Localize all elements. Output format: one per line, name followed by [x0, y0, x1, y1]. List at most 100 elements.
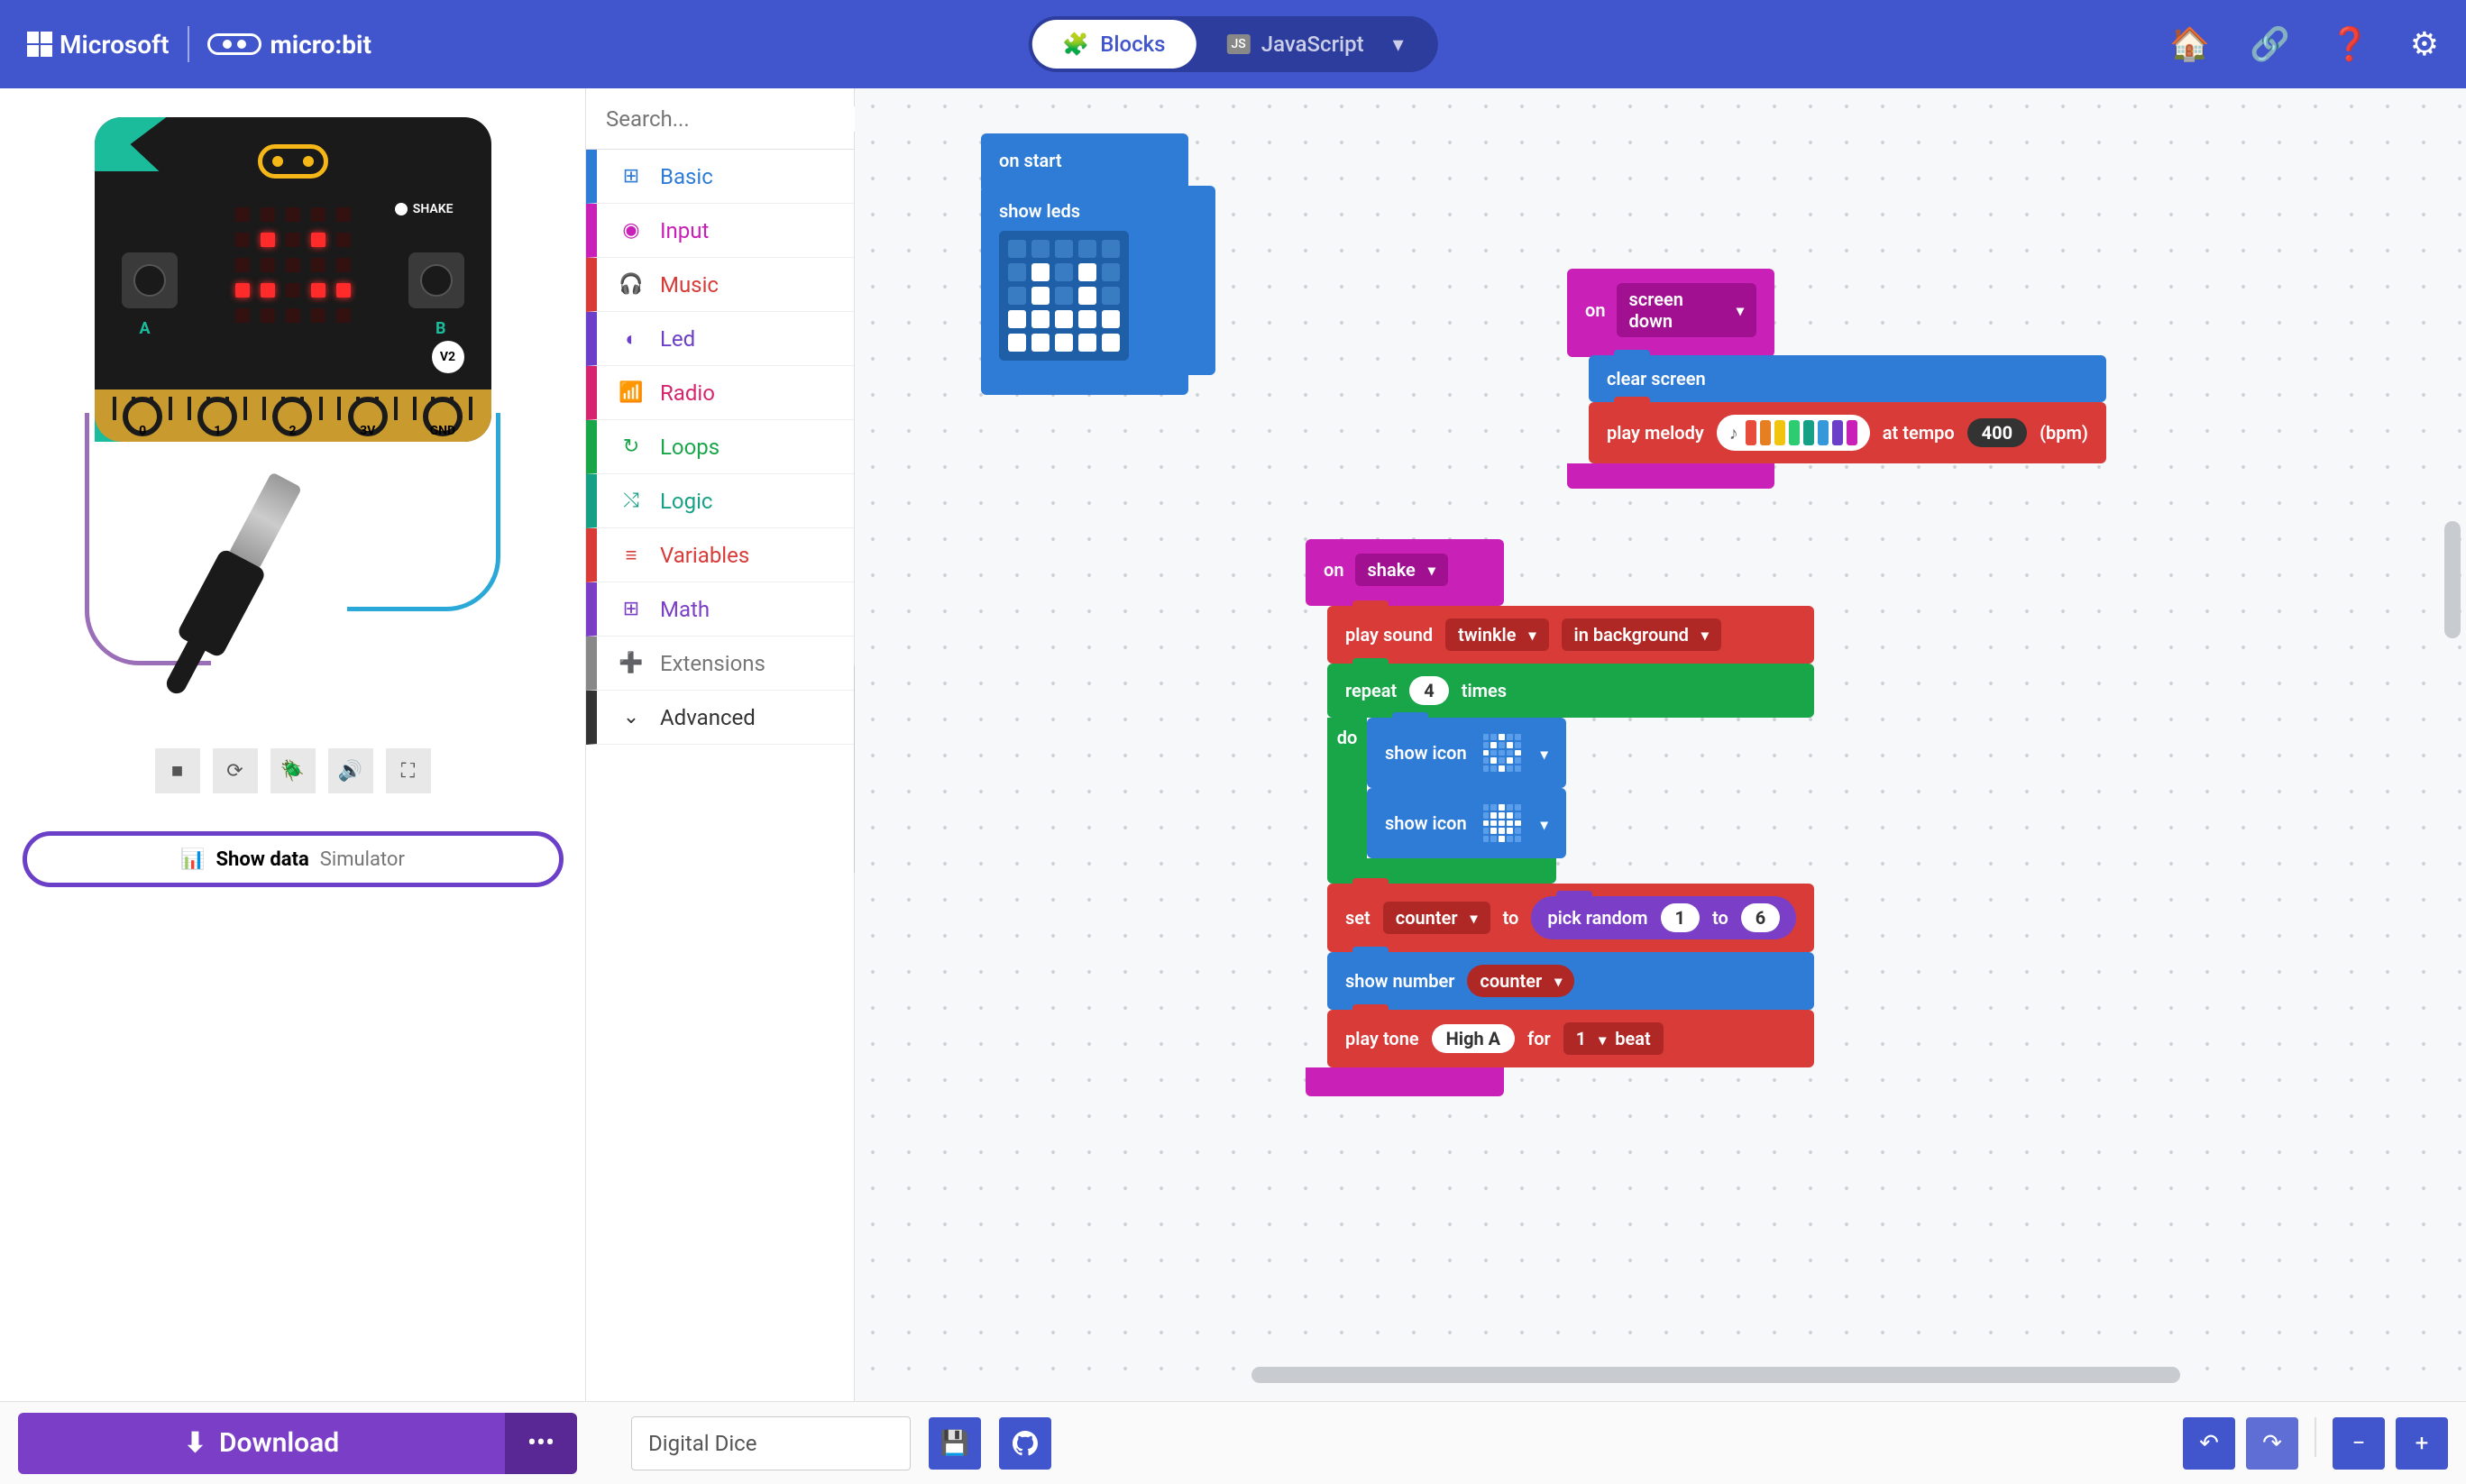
mode-dropdown[interactable]: in background [1562, 618, 1721, 651]
category-math[interactable]: ⊞Math [586, 582, 854, 637]
restart-button[interactable]: ⟳ [213, 748, 258, 793]
show-icon-label: show icon [1385, 812, 1467, 834]
javascript-tab[interactable]: JS JavaScript ▾ [1196, 20, 1434, 69]
microbit-simulator[interactable]: SHAKE V2 A B 0123VGND [95, 117, 491, 442]
chevron-down-icon[interactable] [1537, 812, 1548, 834]
microsoft-logo[interactable]: Microsoft [27, 30, 170, 60]
category-label: Led [660, 326, 695, 352]
block-play-sound[interactable]: play sound twinkle in background [1327, 606, 1814, 664]
blocks-workspace[interactable]: on start show leds on screen down clear … [855, 88, 2466, 1401]
redo-button[interactable]: ↷ [2246, 1417, 2298, 1470]
advanced-category[interactable]: ⌄ Advanced [586, 691, 854, 745]
icon-dropdown[interactable] [1480, 730, 1525, 775]
category-extensions[interactable]: ➕Extensions [586, 637, 854, 691]
help-icon[interactable]: ❓ [2330, 25, 2370, 63]
category-icon: 📶 [619, 381, 644, 404]
random-low[interactable]: 1 [1661, 903, 1700, 932]
category-variables[interactable]: ≡Variables [586, 528, 854, 582]
v2-badge: V2 [432, 341, 464, 373]
advanced-label: Advanced [660, 705, 756, 730]
board-corner [95, 117, 167, 171]
download-more-button[interactable]: ••• [505, 1413, 577, 1474]
icon-dropdown[interactable] [1480, 801, 1525, 846]
led-editor[interactable] [999, 231, 1129, 361]
microbit-label: micro:bit [270, 30, 371, 60]
block-show-icon[interactable]: show icon [1367, 718, 1566, 788]
project-name-input[interactable] [631, 1416, 911, 1470]
save-button[interactable]: 💾 [929, 1417, 981, 1470]
fullscreen-button[interactable]: ⛶ [386, 748, 431, 793]
category-led[interactable]: ◐Led [586, 312, 854, 366]
block-on-start[interactable]: on start show leds [981, 133, 1215, 395]
shake-button[interactable]: SHAKE [395, 202, 454, 216]
home-icon[interactable]: 🏠 [2169, 25, 2210, 63]
category-radio[interactable]: 📶Radio [586, 366, 854, 420]
repeat-count[interactable]: 4 [1409, 676, 1448, 705]
block-set-variable[interactable]: set counter to pick random 1 to 6 [1327, 884, 1814, 952]
variable-ref[interactable]: counter [1467, 965, 1574, 997]
category-input[interactable]: ◉ Input [586, 204, 854, 258]
gesture-dropdown[interactable]: screen down [1617, 283, 1757, 337]
block-show-number[interactable]: show number counter [1327, 952, 1814, 1010]
show-data-button[interactable]: 📊 Show data Simulator [23, 831, 564, 887]
beat-dropdown[interactable]: 1 beat [1563, 1022, 1664, 1055]
at-tempo-label: at tempo [1883, 422, 1955, 444]
github-icon [1013, 1431, 1038, 1456]
undo-button[interactable]: ↶ [2183, 1417, 2235, 1470]
tempo-value[interactable]: 400 [1967, 418, 2027, 447]
shake-label: SHAKE [413, 202, 454, 216]
repeat-label: repeat [1345, 680, 1397, 701]
random-high[interactable]: 6 [1741, 903, 1780, 932]
variable-dropdown[interactable]: counter [1383, 902, 1490, 934]
footer: ⬇ Download ••• 💾 ↶ ↷ − + [0, 1401, 2466, 1484]
category-icon: ◉ [619, 219, 644, 242]
category-basic[interactable]: ⊞Basic [586, 150, 854, 204]
chevron-down-icon[interactable] [1537, 742, 1548, 764]
tone-value[interactable]: High A [1432, 1024, 1515, 1053]
github-button[interactable] [999, 1417, 1051, 1470]
melody-editor[interactable]: ♪ [1717, 415, 1870, 451]
block-repeat[interactable]: repeat 4 times [1327, 664, 1814, 718]
gesture-dropdown[interactable]: shake [1355, 554, 1448, 586]
block-pick-random[interactable]: pick random 1 to 6 [1531, 896, 1796, 939]
settings-icon[interactable]: ⚙ [2410, 25, 2439, 63]
audio-button[interactable]: 🔊 [328, 748, 373, 793]
js-label: JavaScript [1261, 32, 1364, 57]
simulator-controls: ■ ⟳ 🪲 🔊 ⛶ [155, 748, 431, 793]
show-number-label: show number [1345, 970, 1454, 992]
category-label: Input [660, 218, 709, 243]
category-loops[interactable]: ↻Loops [586, 420, 854, 474]
chevron-down-icon[interactable]: ▾ [1393, 32, 1404, 57]
category-music[interactable]: 🎧Music [586, 258, 854, 312]
app-header: Microsoft micro:bit 🧩 Blocks JS JavaScri… [0, 0, 2466, 88]
block-clear-screen[interactable]: clear screen [1589, 355, 2106, 402]
on-label: on [1585, 299, 1606, 321]
vertical-scrollbar[interactable] [2444, 521, 2461, 638]
block-on-gesture-screen-down[interactable]: on screen down clear screen play melody … [1567, 269, 2106, 489]
block-show-icon[interactable]: show icon [1367, 788, 1566, 858]
category-logic[interactable]: ⤭Logic [586, 474, 854, 528]
download-button[interactable]: ⬇ Download [18, 1413, 505, 1474]
zoom-in-button[interactable]: + [2396, 1417, 2448, 1470]
blocks-tab[interactable]: 🧩 Blocks [1031, 20, 1196, 69]
block-show-leds[interactable]: show leds [981, 186, 1215, 375]
sound-dropdown[interactable]: twinkle [1445, 618, 1548, 651]
share-icon[interactable]: 🔗 [2250, 25, 2290, 63]
button-a[interactable] [122, 252, 178, 308]
category-label: Loops [660, 435, 720, 460]
button-b[interactable] [408, 252, 464, 308]
microbit-logo[interactable]: micro:bit [207, 30, 371, 60]
button-a-label: A [140, 319, 151, 338]
block-play-tone[interactable]: play tone High A for 1 beat [1327, 1010, 1814, 1067]
block-play-melody[interactable]: play melody ♪ at tempo 400 (bpm) [1589, 402, 2106, 463]
simulator-panel: SHAKE V2 A B 0123VGND ■ ⟳ 🪲 🔊 ⛶ 📊 Sho [0, 88, 586, 1401]
debug-button[interactable]: 🪲 [270, 748, 316, 793]
block-on-gesture-shake[interactable]: on shake play sound twinkle in backgroun… [1306, 539, 1814, 1096]
play-tone-label: play tone [1345, 1028, 1419, 1049]
on-start-label: on start [999, 150, 1062, 171]
stop-button[interactable]: ■ [155, 748, 200, 793]
zoom-out-button[interactable]: − [2333, 1417, 2385, 1470]
search-input[interactable] [606, 106, 886, 132]
category-icon: ➕ [619, 652, 644, 674]
horizontal-scrollbar[interactable] [1251, 1367, 2180, 1383]
